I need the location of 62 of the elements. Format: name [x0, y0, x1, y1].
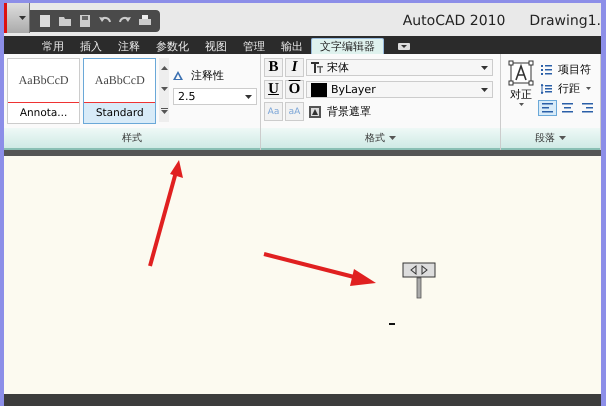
- panel-title[interactable]: 段落: [501, 128, 600, 150]
- line-spacing-button[interactable]: 行距: [538, 81, 597, 96]
- caret-icon: [518, 103, 524, 106]
- document-title: Drawing1.: [529, 13, 601, 29]
- ribbon-tab[interactable]: 输出: [273, 38, 311, 54]
- align-left-icon: [542, 103, 553, 113]
- caret-icon: [398, 42, 410, 50]
- panel-title: 样式: [4, 128, 260, 150]
- ribbon-tab[interactable]: 视图: [197, 38, 235, 54]
- text-cursor-icon: [402, 262, 436, 300]
- new-file-icon: [38, 14, 52, 28]
- text-height-field[interactable]: 2.5: [173, 88, 257, 105]
- list-icon: [541, 64, 552, 74]
- background-mask-button[interactable]: 背景遮罩: [306, 104, 374, 119]
- ribbon-tab[interactable]: 插入: [72, 38, 110, 54]
- bold-button[interactable]: B: [264, 58, 283, 77]
- align-center-icon: [562, 103, 573, 113]
- scroll-down-icon: [160, 86, 168, 91]
- text-style-item[interactable]: AaBbCcD Annota...: [7, 58, 80, 124]
- dropdown-caret-icon: [481, 88, 488, 92]
- gallery-scrollbar[interactable]: [159, 58, 169, 122]
- align-right-icon: [582, 103, 593, 113]
- align-left-button[interactable]: [538, 100, 557, 116]
- dropdown-caret-icon: [481, 66, 488, 70]
- font-dropdown[interactable]: 宋体: [306, 59, 493, 76]
- overline-button[interactable]: O: [285, 80, 304, 99]
- annotative-icon: [173, 71, 183, 80]
- print-button[interactable]: [136, 14, 154, 28]
- line-spacing-icon: [541, 84, 552, 94]
- justify-text-icon: [508, 60, 534, 86]
- ribbon-tab[interactable]: 管理: [235, 38, 273, 54]
- panel-title[interactable]: 格式: [261, 128, 500, 150]
- text-style-item[interactable]: AaBbCcD Standard: [83, 58, 156, 124]
- open-folder-button[interactable]: [56, 14, 74, 28]
- underline-button[interactable]: U: [264, 80, 283, 99]
- save-icon: [78, 14, 92, 28]
- mask-icon: [309, 106, 321, 118]
- expand-icon: [160, 108, 168, 114]
- annotative-label: 注释性: [191, 68, 224, 83]
- ribbon-tab[interactable]: 常用: [34, 38, 72, 54]
- justify-button[interactable]: 对正: [504, 58, 538, 128]
- caret-icon: [389, 136, 396, 140]
- application-menu-button[interactable]: [4, 3, 30, 33]
- bullets-button[interactable]: 项目符: [538, 62, 597, 77]
- style-name: Standard: [94, 106, 145, 121]
- open-folder-icon: [58, 14, 72, 28]
- color-dropdown[interactable]: ByLayer: [306, 81, 493, 98]
- font-icon: [311, 62, 323, 73]
- text-insertion-mark: [389, 323, 395, 325]
- ribbon-tab[interactable]: 注释: [110, 38, 148, 54]
- style-name: Annota...: [18, 106, 68, 121]
- style-preview: AaBbCcD: [84, 59, 156, 103]
- ribbon-tab[interactable]: 参数化: [148, 38, 197, 54]
- caret-icon: [19, 16, 26, 20]
- print-icon: [138, 14, 152, 28]
- dropdown-caret-icon: [245, 94, 252, 98]
- caret-icon: [586, 87, 591, 90]
- application-title: AutoCAD 2010: [402, 13, 506, 29]
- caret-icon: [559, 136, 566, 140]
- italic-button[interactable]: I: [285, 58, 304, 77]
- scroll-up-icon: [160, 66, 168, 70]
- ribbon-tab[interactable]: 文字编辑器: [311, 38, 384, 54]
